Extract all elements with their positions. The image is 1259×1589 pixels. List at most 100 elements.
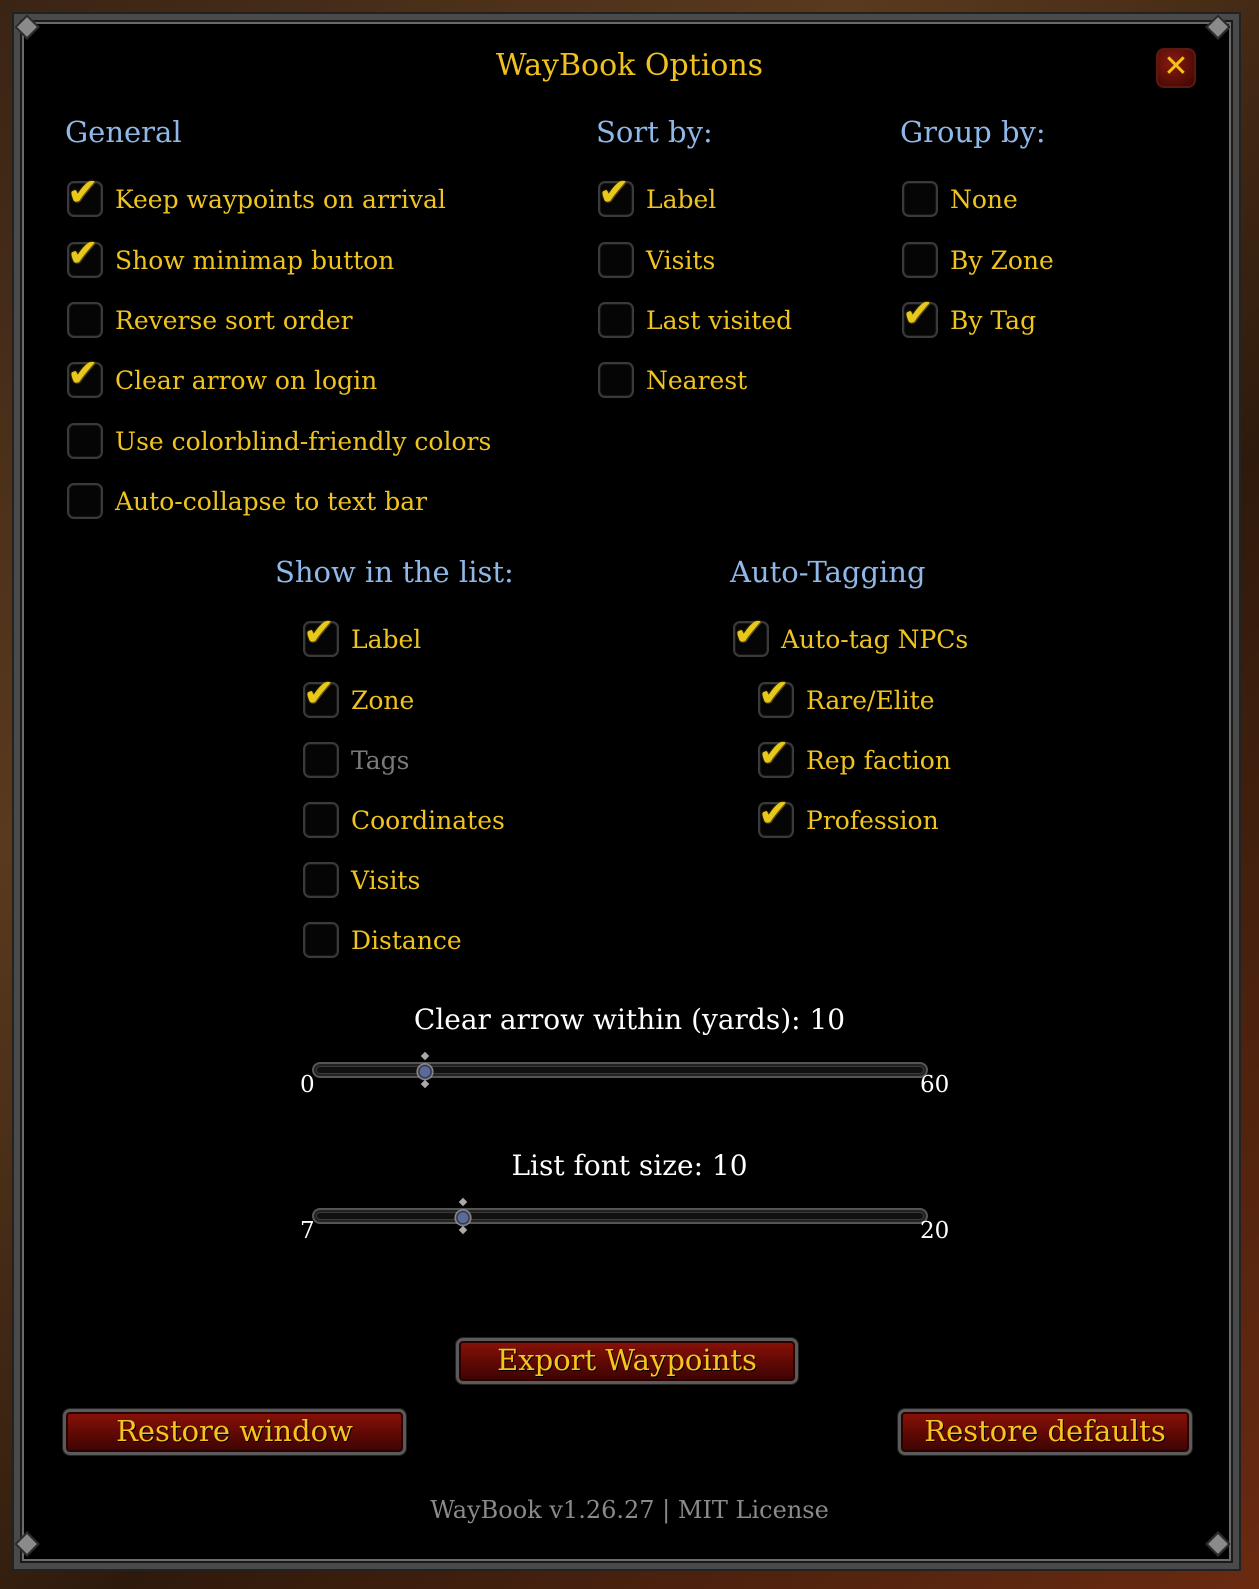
checkbox-label: Label bbox=[351, 624, 422, 654]
checkbox-box[interactable]: ✔ bbox=[598, 173, 634, 217]
sort-radio-nearest[interactable]: Nearest bbox=[598, 360, 747, 400]
window-title: WayBook Options bbox=[495, 48, 764, 83]
restore-defaults-button[interactable]: Restore defaults bbox=[898, 1409, 1192, 1455]
general-checkbox-keep-waypoints[interactable]: ✔ Keep waypoints on arrival bbox=[67, 173, 446, 219]
checkbox-box[interactable] bbox=[598, 362, 634, 398]
show-checkbox-distance[interactable]: Distance bbox=[303, 920, 462, 960]
checkbox-box[interactable]: ✔ bbox=[67, 173, 103, 217]
checkbox-label: Coordinates bbox=[351, 805, 505, 835]
checkbox-label: Tags bbox=[351, 745, 410, 775]
slider-min-label: 7 bbox=[300, 1218, 315, 1244]
checkmark-icon: ✔ bbox=[67, 170, 99, 214]
checkbox-label: Zone bbox=[351, 685, 415, 715]
checkbox-box[interactable] bbox=[598, 242, 634, 278]
checkbox-label: Label bbox=[646, 184, 717, 214]
group-radio-none[interactable]: None bbox=[902, 179, 1018, 219]
checkmark-icon: ✔ bbox=[733, 610, 765, 654]
checkbox-box[interactable]: ✔ bbox=[902, 294, 938, 338]
checkbox-box[interactable] bbox=[598, 302, 634, 338]
show-in-list-header: Show in the list: bbox=[275, 555, 514, 589]
checkbox-label: Distance bbox=[351, 925, 462, 955]
checkbox-box[interactable] bbox=[67, 483, 103, 519]
general-checkbox-reverse-sort[interactable]: Reverse sort order bbox=[67, 300, 353, 340]
checkmark-icon: ✔ bbox=[902, 291, 934, 335]
autotag-checkbox-npcs[interactable]: ✔ Auto-tag NPCs bbox=[733, 613, 969, 659]
checkbox-label: Last visited bbox=[646, 305, 793, 335]
general-header: General bbox=[65, 115, 182, 149]
slider-max-label: 20 bbox=[920, 1218, 950, 1244]
close-icon: ✕ bbox=[1163, 49, 1189, 84]
checkbox-box[interactable]: ✔ bbox=[67, 234, 103, 278]
slider-min-label: 0 bbox=[300, 1072, 315, 1098]
general-checkbox-clear-arrow[interactable]: ✔ Clear arrow on login bbox=[67, 354, 378, 400]
slider-thumb[interactable] bbox=[416, 1053, 434, 1087]
autotag-checkbox-profession[interactable]: ✔ Profession bbox=[758, 794, 939, 840]
checkbox-box[interactable]: ✔ bbox=[67, 354, 103, 398]
slider-thumb[interactable] bbox=[453, 1199, 472, 1233]
checkmark-icon: ✔ bbox=[758, 671, 790, 715]
checkbox-box[interactable] bbox=[67, 423, 103, 459]
autotag-checkbox-rare-elite[interactable]: ✔ Rare/Elite bbox=[758, 674, 935, 720]
restore-window-button[interactable]: Restore window bbox=[63, 1409, 406, 1455]
checkbox-box[interactable]: ✔ bbox=[758, 674, 794, 718]
sort-by-header: Sort by: bbox=[596, 115, 713, 149]
checkmark-icon: ✔ bbox=[67, 231, 99, 275]
show-checkbox-coordinates[interactable]: Coordinates bbox=[303, 800, 505, 840]
show-checkbox-visits[interactable]: Visits bbox=[303, 860, 420, 900]
sort-radio-label[interactable]: ✔ Label bbox=[598, 173, 717, 219]
checkbox-box[interactable] bbox=[303, 802, 339, 838]
show-checkbox-tags: Tags bbox=[303, 740, 409, 780]
checkbox-label: Auto-tag NPCs bbox=[781, 624, 969, 654]
checkbox-box[interactable] bbox=[67, 302, 103, 338]
auto-tagging-header: Auto-Tagging bbox=[730, 555, 926, 589]
checkbox-label: Use colorblind-friendly colors bbox=[115, 426, 492, 456]
sort-radio-visits[interactable]: Visits bbox=[598, 240, 715, 280]
checkbox-label: Visits bbox=[351, 865, 421, 895]
checkbox-box[interactable]: ✔ bbox=[303, 674, 339, 718]
checkbox-box[interactable]: ✔ bbox=[758, 794, 794, 838]
general-checkbox-auto-collapse[interactable]: Auto-collapse to text bar bbox=[67, 481, 427, 521]
font-size-slider[interactable] bbox=[312, 1199, 928, 1233]
autotag-checkbox-rep-faction[interactable]: ✔ Rep faction bbox=[758, 734, 951, 780]
clear-arrow-slider-title: Clear arrow within (yards): 10 bbox=[413, 1003, 846, 1036]
sort-radio-last-visited[interactable]: Last visited bbox=[598, 300, 792, 340]
checkbox-label: By Tag bbox=[950, 305, 1037, 335]
checkbox-label: By Zone bbox=[950, 245, 1054, 275]
general-checkbox-colorblind[interactable]: Use colorblind-friendly colors bbox=[67, 421, 491, 461]
group-radio-by-zone[interactable]: By Zone bbox=[902, 240, 1054, 280]
show-checkbox-label[interactable]: ✔ Label bbox=[303, 613, 422, 659]
checkbox-label: None bbox=[950, 184, 1018, 214]
clear-arrow-slider[interactable] bbox=[312, 1053, 928, 1087]
checkbox-label: Auto-collapse to text bar bbox=[115, 486, 428, 516]
checkbox-label: Reverse sort order bbox=[115, 305, 353, 335]
checkmark-icon: ✔ bbox=[758, 791, 790, 835]
font-size-slider-title: List font size: 10 bbox=[511, 1149, 748, 1182]
checkmark-icon: ✔ bbox=[67, 351, 99, 395]
checkbox-box[interactable]: ✔ bbox=[758, 734, 794, 778]
checkbox-box[interactable] bbox=[303, 922, 339, 958]
show-checkbox-zone[interactable]: ✔ Zone bbox=[303, 674, 415, 720]
checkbox-label: Rep faction bbox=[806, 745, 951, 775]
checkbox-box[interactable]: ✔ bbox=[303, 613, 339, 657]
group-radio-by-tag[interactable]: ✔ By Tag bbox=[902, 294, 1037, 340]
checkbox-box[interactable] bbox=[303, 862, 339, 898]
checkbox-label: Keep waypoints on arrival bbox=[115, 184, 446, 214]
checkbox-box bbox=[303, 742, 339, 778]
general-checkbox-minimap[interactable]: ✔ Show minimap button bbox=[67, 234, 394, 280]
checkbox-label: Visits bbox=[646, 245, 716, 275]
slider-max-label: 60 bbox=[920, 1072, 950, 1098]
version-footer: WayBook v1.26.27 | MIT License bbox=[430, 1496, 829, 1524]
checkbox-label: Rare/Elite bbox=[806, 685, 935, 715]
checkbox-box[interactable]: ✔ bbox=[733, 613, 769, 657]
checkmark-icon: ✔ bbox=[758, 731, 790, 775]
checkbox-label: Profession bbox=[806, 805, 939, 835]
checkbox-label: Nearest bbox=[646, 365, 748, 395]
export-waypoints-button[interactable]: Export Waypoints bbox=[456, 1338, 798, 1384]
checkmark-icon: ✔ bbox=[303, 671, 335, 715]
close-button[interactable]: ✕ bbox=[1156, 48, 1196, 88]
checkbox-box[interactable] bbox=[902, 242, 938, 278]
group-by-header: Group by: bbox=[900, 115, 1046, 149]
checkmark-icon: ✔ bbox=[598, 170, 630, 214]
checkbox-box[interactable] bbox=[902, 181, 938, 217]
checkbox-label: Clear arrow on login bbox=[115, 365, 378, 395]
